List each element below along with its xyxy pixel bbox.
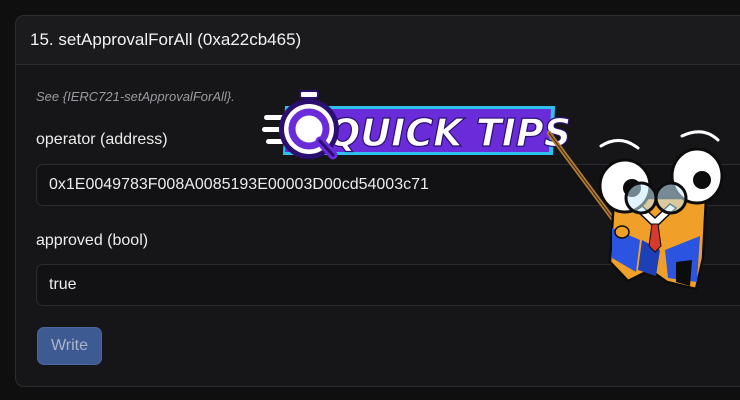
function-header[interactable]: 15. setApprovalForAll (0xa22cb465) [16, 16, 740, 65]
function-hint: See {IERC721-setApprovalForAll}. [36, 89, 235, 104]
approved-input[interactable] [36, 264, 740, 306]
approved-label: approved (bool) [36, 232, 149, 249]
function-title: 15. setApprovalForAll (0xa22cb465) [30, 30, 302, 49]
operator-input[interactable] [36, 164, 740, 206]
operator-label: operator (address) [36, 131, 168, 148]
function-card: 15. setApprovalForAll (0xa22cb465) See {… [15, 15, 740, 387]
write-button[interactable]: Write [37, 327, 102, 365]
